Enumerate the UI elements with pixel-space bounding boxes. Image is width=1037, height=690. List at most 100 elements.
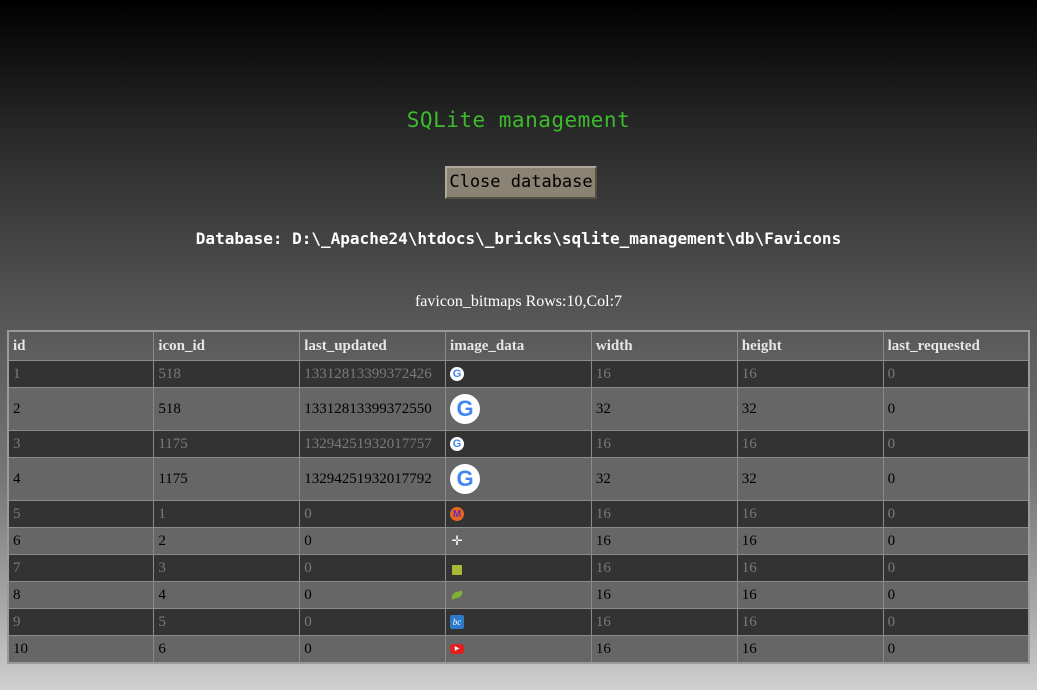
cell-last-requested: 0 [882, 635, 1030, 664]
cell-last-updated: 0 [299, 527, 447, 555]
cell-height: 32 [736, 457, 884, 501]
cell-image-data: ▶ [445, 635, 592, 664]
table-caption: favicon_bitmaps Rows:10,Col:7 [414, 293, 623, 310]
cell-last-updated: 0 [299, 554, 447, 582]
cell-image-data: ✛ [445, 527, 592, 555]
cell-image-data: G [445, 360, 592, 388]
cell-id: 1 [7, 360, 155, 388]
cell-icon-id: 1 [153, 500, 301, 528]
cell-height: 16 [736, 430, 884, 458]
cell-last-updated: 0 [299, 581, 447, 609]
cell-last-requested: 0 [882, 387, 1030, 431]
bc-logo-icon: bc [450, 615, 465, 630]
cell-last-updated: 13294251932017757 [299, 430, 447, 458]
cell-last-requested: 0 [882, 608, 1030, 636]
cell-height: 16 [736, 527, 884, 555]
cell-id: 5 [7, 500, 155, 528]
table-header-row: id icon_id last_updated image_data width… [7, 330, 1030, 361]
cell-height: 16 [736, 554, 884, 582]
cell-width: 16 [590, 527, 738, 555]
table-row[interactable]: 7 3 0 16 16 0 [7, 554, 1030, 582]
cell-image-data: M [445, 500, 592, 528]
cell-last-updated: 13312813399372426 [299, 360, 447, 388]
cell-icon-id: 3 [153, 554, 301, 582]
cell-id: 6 [7, 527, 155, 555]
column-header-last-updated[interactable]: last_updated [299, 330, 447, 361]
cell-last-requested: 0 [882, 581, 1030, 609]
cell-image-data: G [445, 387, 592, 431]
close-database-button[interactable]: Close database [445, 166, 597, 199]
cell-last-requested: 0 [882, 430, 1030, 458]
cell-width: 16 [590, 581, 738, 609]
cell-last-requested: 0 [882, 457, 1030, 501]
cell-id: 2 [7, 387, 155, 431]
cell-last-updated: 0 [299, 635, 447, 664]
cell-id: 8 [7, 581, 155, 609]
column-header-height[interactable]: height [736, 330, 884, 361]
cell-last-updated: 13294251932017792 [299, 457, 447, 501]
table-row[interactable]: 4 1175 13294251932017792 G 32 32 0 [7, 457, 1030, 501]
cell-last-requested: 0 [882, 554, 1030, 582]
favicon-bitmaps-table: id icon_id last_updated image_data width… [7, 330, 1030, 664]
cell-width: 16 [590, 635, 738, 664]
cell-width: 16 [590, 360, 738, 388]
cell-icon-id: 4 [153, 581, 301, 609]
column-header-image-data[interactable]: image_data [445, 330, 592, 361]
cell-icon-id: 518 [153, 387, 301, 431]
google-g-large-icon: G [450, 394, 481, 424]
cell-icon-id: 5 [153, 608, 301, 636]
cell-icon-id: 518 [153, 360, 301, 388]
cell-last-requested: 0 [882, 360, 1030, 388]
table-row[interactable]: 9 5 0 bc 16 16 0 [7, 608, 1030, 636]
table-row[interactable]: 3 1175 13294251932017757 G 16 16 0 [7, 430, 1030, 458]
leaf-icon [450, 590, 464, 600]
column-header-last-requested[interactable]: last_requested [882, 330, 1030, 361]
cell-image-data: G [445, 430, 592, 458]
cell-last-requested: 0 [882, 527, 1030, 555]
column-header-width[interactable]: width [590, 330, 738, 361]
cell-image-data: G [445, 457, 592, 501]
cell-id: 4 [7, 457, 155, 501]
star-cursor-icon: ✛ [451, 533, 463, 549]
cell-image-data [445, 554, 592, 582]
google-g-icon: G [450, 437, 465, 452]
cell-icon-id: 1175 [153, 457, 301, 501]
cell-width: 16 [590, 430, 738, 458]
cell-width: 16 [590, 554, 738, 582]
cell-height: 16 [736, 608, 884, 636]
cell-id: 7 [7, 554, 155, 582]
page-title: SQLite management [406, 108, 631, 132]
cell-id: 10 [7, 635, 155, 664]
table-row[interactable]: 6 2 0 ✛ 16 16 0 [7, 527, 1030, 555]
youtube-icon: ▶ [450, 644, 465, 655]
table-row[interactable]: 5 1 0 M 16 16 0 [7, 500, 1030, 528]
green-box-icon [450, 561, 464, 576]
data-grid: id icon_id last_updated image_data width… [7, 330, 1030, 664]
google-g-icon: G [450, 367, 465, 382]
cell-last-updated: 13312813399372550 [299, 387, 447, 431]
cell-id: 9 [7, 608, 155, 636]
cell-id: 3 [7, 430, 155, 458]
cell-width: 32 [590, 387, 738, 431]
cell-width: 32 [590, 457, 738, 501]
table-row[interactable]: 10 6 0 ▶ 16 16 0 [7, 635, 1030, 664]
cell-width: 16 [590, 500, 738, 528]
cell-height: 16 [736, 360, 884, 388]
cell-height: 16 [736, 500, 884, 528]
cell-icon-id: 2 [153, 527, 301, 555]
cell-icon-id: 1175 [153, 430, 301, 458]
cell-height: 32 [736, 387, 884, 431]
m-logo-icon: M [450, 507, 465, 522]
table-row[interactable]: 2 518 13312813399372550 G 32 32 0 [7, 387, 1030, 431]
database-path: Database: D:\_Apache24\htdocs\_bricks\sq… [195, 229, 842, 248]
table-row[interactable]: 8 4 0 16 16 0 [7, 581, 1030, 609]
cell-last-requested: 0 [882, 500, 1030, 528]
cell-last-updated: 0 [299, 608, 447, 636]
table-row[interactable]: 1 518 13312813399372426 G 16 16 0 [7, 360, 1030, 388]
column-header-id[interactable]: id [7, 330, 155, 361]
cell-image-data: bc [445, 608, 592, 636]
column-header-icon-id[interactable]: icon_id [153, 330, 301, 361]
cell-icon-id: 6 [153, 635, 301, 664]
cell-last-updated: 0 [299, 500, 447, 528]
cell-height: 16 [736, 635, 884, 664]
